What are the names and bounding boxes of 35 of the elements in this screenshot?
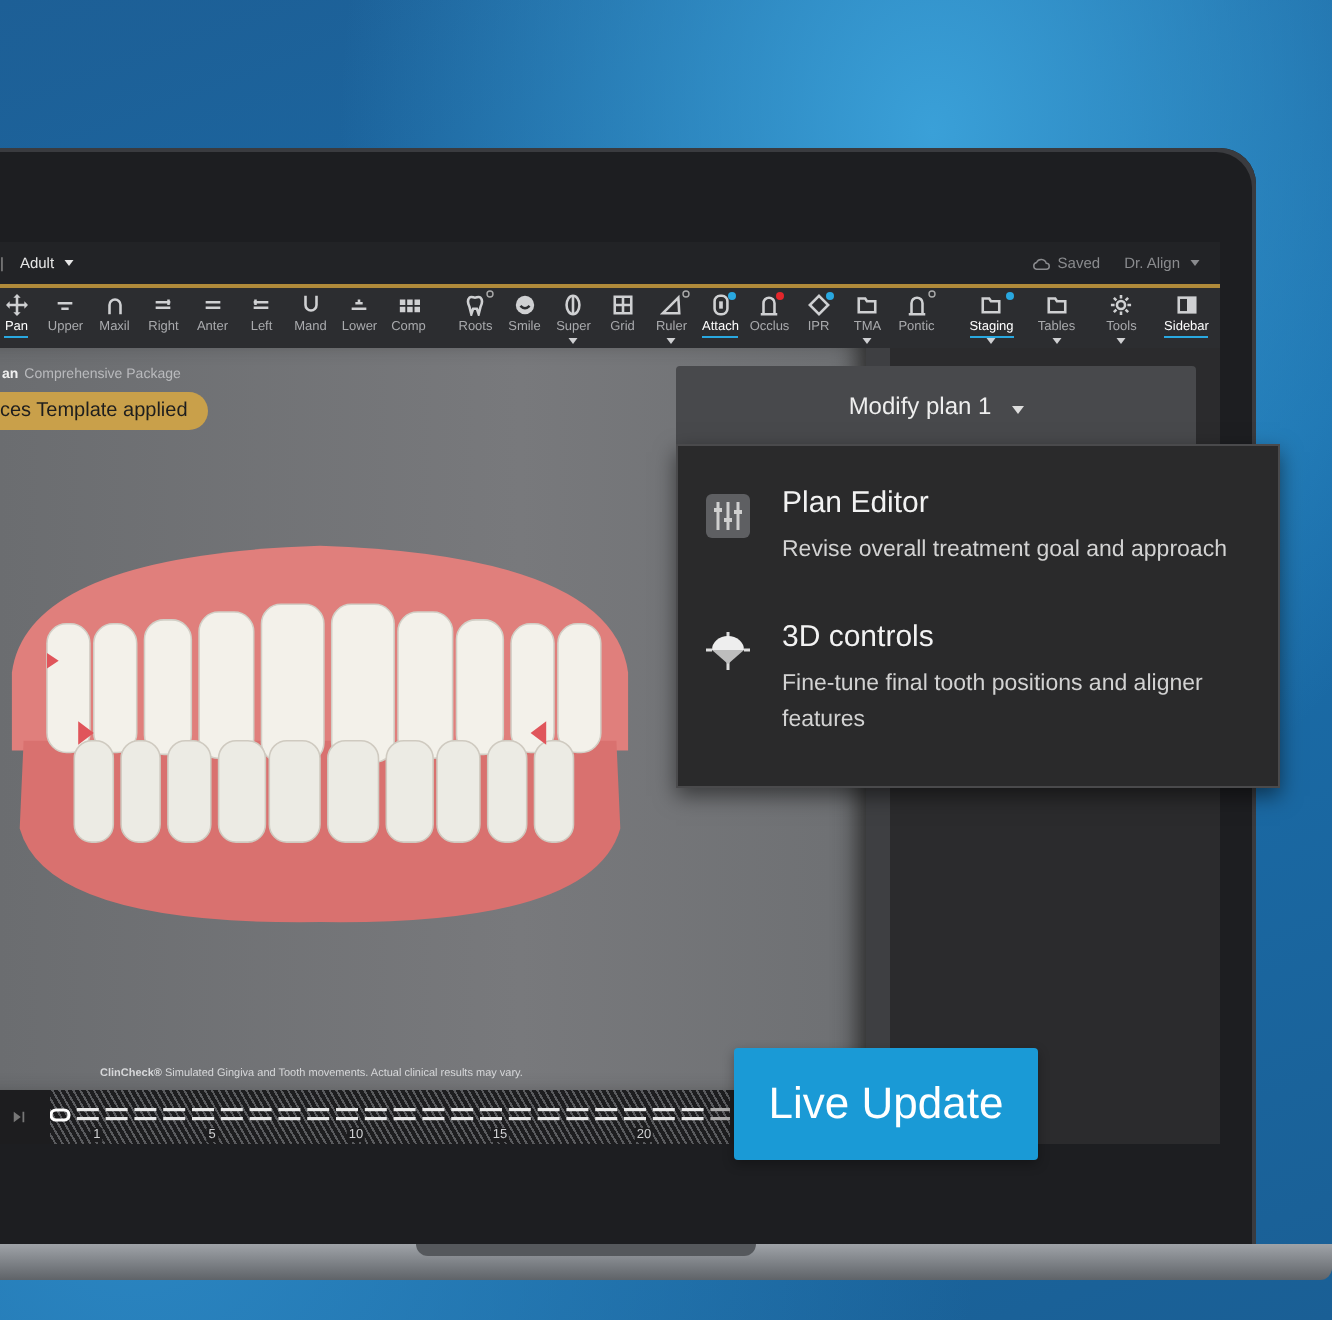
cloud-icon [1031, 257, 1050, 269]
option-description: Fine-tune final tooth positions and aligner features [782, 670, 1205, 736]
caret-icon [1011, 405, 1024, 413]
modify-plan-dropdown[interactable]: Modify plan 1 [676, 366, 1196, 444]
tooth-icon [758, 294, 781, 316]
caret-icon [64, 260, 75, 266]
move-icon [5, 294, 28, 316]
live-update-button[interactable]: Live Update [734, 1048, 1038, 1160]
option-description: Revise overall treatment goal and approach [782, 536, 1227, 566]
tooth-icon [905, 294, 928, 316]
tooth-icon [464, 294, 487, 316]
sidebar-icon [1175, 294, 1198, 316]
settings-icon [1110, 294, 1133, 316]
option-title: 3D controls [782, 620, 936, 654]
folder-icon [980, 294, 1003, 316]
option-title: Plan Editor [782, 486, 931, 520]
axis-gizmo-icon [706, 628, 750, 672]
skip-end-icon [12, 1110, 26, 1124]
sliders-icon [706, 494, 750, 538]
arch-icon [299, 294, 322, 316]
bars-icon [348, 294, 371, 316]
caret-icon [1190, 260, 1200, 266]
arch-icon [103, 294, 126, 316]
capsule-icon [562, 294, 585, 316]
grid-icon [611, 294, 634, 316]
menu-option[interactable]: 3D controls Fine-tune final tooth positions and aligner features [678, 620, 1278, 738]
tiles-icon [397, 294, 420, 316]
attachment-icon [709, 294, 732, 316]
ruler-icon [660, 294, 683, 316]
face-icon [513, 294, 536, 316]
menu-option[interactable]: Plan Editor Revise overall treatment goal and approach [678, 486, 1278, 568]
folder-icon [856, 294, 879, 316]
template-badge: ces Template applied [0, 392, 208, 430]
diamond-icon [807, 294, 830, 316]
folder-icon [1045, 294, 1068, 316]
